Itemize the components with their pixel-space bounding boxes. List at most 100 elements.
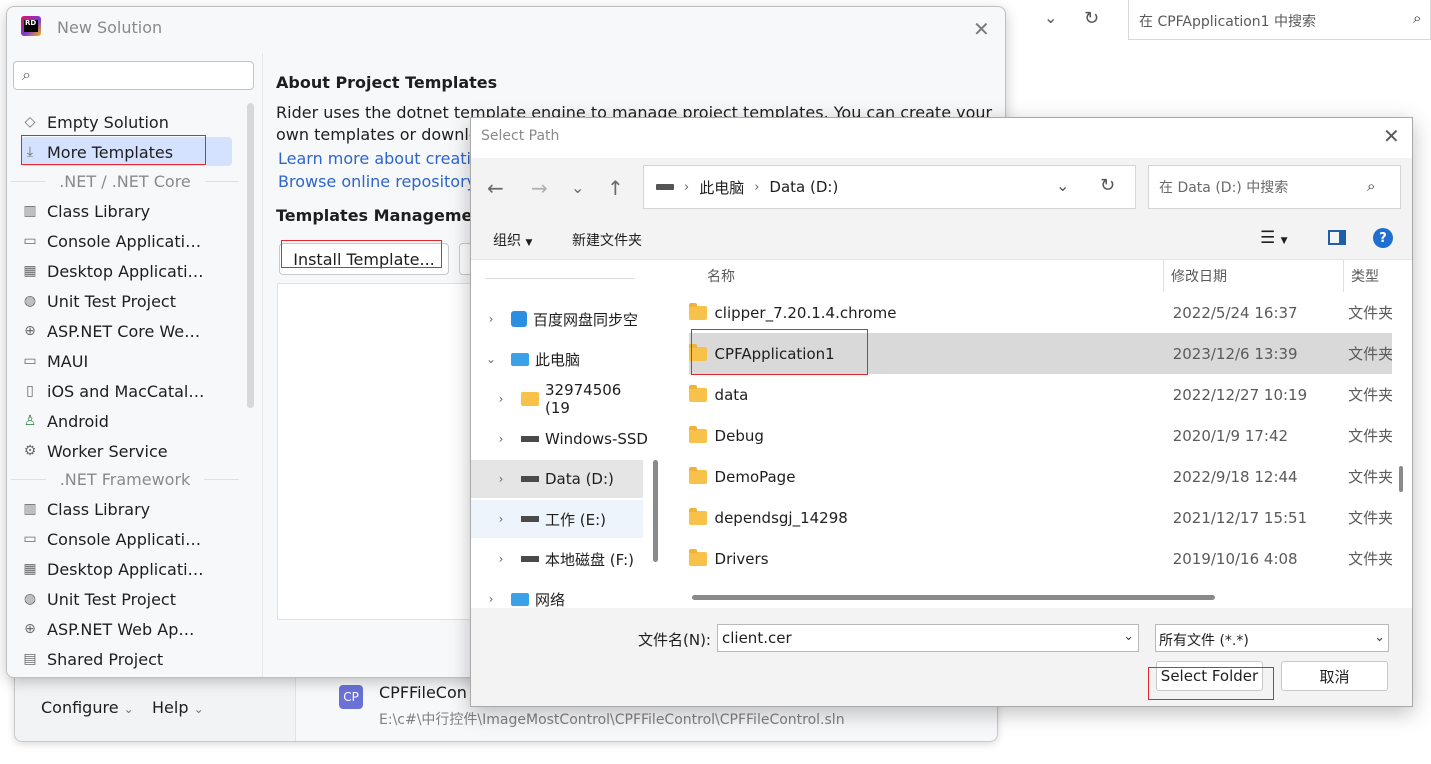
drive-icon	[521, 516, 539, 522]
close-icon[interactable]: ✕	[1383, 124, 1400, 148]
preview-pane-icon[interactable]	[1328, 230, 1346, 245]
highlight-box-select-folder	[1148, 667, 1274, 700]
folder-icon	[689, 302, 707, 320]
template-console-app[interactable]: ▭ Console Applicati…	[21, 524, 241, 554]
template-label: Class Library	[47, 499, 151, 519]
help-icon[interactable]: ?	[1373, 228, 1393, 248]
installed-templates-list	[277, 283, 477, 620]
template-android[interactable]: ♙ Android	[21, 406, 241, 436]
drive-icon	[656, 184, 674, 190]
chevron-right-icon[interactable]: ›	[471, 312, 511, 326]
refresh-icon[interactable]: ↻	[1084, 8, 1099, 29]
chevron-down-icon[interactable]: ⌄	[1044, 8, 1057, 27]
chevron-right-icon[interactable]: ›	[481, 552, 521, 566]
sidebar-scrollbar[interactable]	[247, 103, 254, 408]
up-arrow-icon[interactable]: ↑	[607, 176, 624, 200]
address-bar[interactable]: › 此电脑 › Data (D:) ⌄ ↻	[643, 165, 1136, 209]
file-name: Debug	[714, 426, 764, 445]
template-aspnet-web[interactable]: ⊕ ASP.NET Web Ap…	[21, 614, 241, 644]
organize-menu[interactable]: 组织 ▼	[493, 230, 532, 250]
file-name: data	[714, 385, 749, 404]
tree-item-local-disk[interactable]: › 本地磁盘 (F:)	[471, 540, 651, 578]
file-type: 文件夹	[1348, 345, 1392, 363]
template-aspnet-core[interactable]: ⊕ ASP.NET Core We…	[21, 316, 241, 346]
tree-divider	[485, 278, 635, 279]
background-search-placeholder: 在 CPFApplication1 中搜索	[1139, 14, 1317, 30]
template-class-library[interactable]: ▥ Class Library	[21, 196, 241, 226]
browse-repository-link[interactable]: Browse online repository	[278, 172, 476, 191]
chevron-right-icon[interactable]: ›	[481, 512, 521, 526]
chevron-right-icon[interactable]: ›	[481, 432, 521, 446]
template-ios[interactable]: ▯ iOS and MacCatal…	[21, 376, 241, 406]
chevron-right-icon[interactable]: ›	[481, 392, 521, 406]
template-console-app[interactable]: ▭ Console Applicati…	[21, 226, 241, 256]
highlight-box-cpfapplication1	[691, 329, 868, 375]
template-search-input[interactable]: ⌕	[13, 61, 254, 90]
recent-project-name[interactable]: CPFFileCon	[379, 683, 467, 702]
background-search-box[interactable]: 在 CPFApplication1 中搜索 ⌕	[1128, 0, 1431, 40]
chevron-down-icon[interactable]: ⌄	[471, 352, 511, 366]
back-arrow-icon[interactable]: ←	[487, 176, 504, 200]
recent-locations-chevron-icon[interactable]: ⌄	[571, 178, 584, 197]
filetype-select[interactable]: 所有文件 (*.*) ⌄	[1155, 624, 1389, 652]
filename-label: 文件名(N):	[638, 631, 711, 649]
folder-icon	[689, 507, 707, 525]
chevron-down-icon: ⌄	[193, 702, 204, 716]
template-unit-test[interactable]: ◍ Unit Test Project	[21, 584, 241, 614]
tree-item-this-pc[interactable]: ⌄ 此电脑	[471, 340, 651, 378]
template-class-library[interactable]: ▥ Class Library	[21, 494, 241, 524]
globe-icon: ⊕	[24, 323, 36, 339]
tree-item-baidu[interactable]: › 百度网盘同步空	[471, 300, 651, 338]
template-shared-project[interactable]: ▤ Shared Project	[21, 644, 241, 674]
cancel-button[interactable]: 取消	[1281, 661, 1388, 691]
tree-item-user-folder[interactable]: › 32974506 (19	[471, 380, 651, 418]
chevron-down-icon[interactable]: ⌄	[1056, 176, 1069, 195]
column-header-date[interactable]: 修改日期	[1171, 266, 1227, 286]
template-empty-solution[interactable]: ◇ Empty Solution	[21, 107, 241, 137]
template-maui[interactable]: ▭ MAUI	[21, 346, 241, 376]
template-unit-test[interactable]: ◍ Unit Test Project	[21, 286, 241, 316]
file-row[interactable]: Debug 2020/1/9 17:42 文件夹	[689, 415, 1392, 456]
help-menu[interactable]: Help ⌄	[152, 698, 204, 717]
android-icon: ♙	[23, 413, 37, 429]
console-icon: ▭	[23, 531, 37, 547]
file-row[interactable]: data 2022/12/27 10:19 文件夹	[689, 374, 1392, 415]
tree-item-windows-ssd[interactable]: › Windows-SSD	[471, 420, 651, 458]
templates-management-heading: Templates Managemen	[276, 206, 484, 225]
globe-icon: ⊕	[24, 621, 36, 637]
filename-value: client.cer	[722, 629, 792, 647]
close-icon[interactable]: ✕	[973, 17, 990, 41]
folder-icon	[689, 384, 707, 402]
file-row[interactable]: Drivers 2019/10/16 4:08 文件夹	[689, 538, 1392, 579]
learn-more-link[interactable]: Learn more about creatin	[278, 149, 481, 168]
breadcrumb-data-drive[interactable]: Data (D:)	[769, 178, 838, 196]
column-header-name[interactable]: 名称	[707, 266, 735, 286]
tree-item-work-drive[interactable]: › 工作 (E:)	[471, 500, 643, 538]
refresh-icon[interactable]: ↻	[1100, 175, 1115, 196]
chevron-down-icon[interactable]: ⌄	[1123, 629, 1134, 647]
file-row[interactable]: clipper_7.20.1.4.chrome 2022/5/24 16:37 文件…	[689, 292, 1392, 333]
window-icon: ▦	[23, 263, 37, 279]
file-row[interactable]: dependsgj_14298 2021/12/17 15:51 文件夹	[689, 497, 1392, 538]
vertical-scrollbar[interactable]	[1399, 466, 1403, 492]
folder-search-input[interactable]: 在 Data (D:) 中搜索 ⌕	[1148, 165, 1401, 209]
file-row[interactable]: DemoPage 2022/9/18 12:44 文件夹	[689, 456, 1392, 497]
horizontal-scrollbar[interactable]	[692, 595, 1215, 600]
test-icon: ◍	[23, 591, 37, 607]
breadcrumb-this-pc[interactable]: 此电脑	[699, 177, 744, 198]
forward-arrow-icon[interactable]: →	[531, 176, 548, 200]
tree-scrollbar[interactable]	[653, 460, 658, 562]
view-options-icon[interactable]: ☰ ▼	[1260, 228, 1288, 248]
configure-menu[interactable]: Configure ⌄	[41, 698, 134, 717]
template-desktop-app[interactable]: ▦ Desktop Applicati…	[21, 256, 241, 286]
template-desktop-app[interactable]: ▦ Desktop Applicati…	[21, 554, 241, 584]
new-folder-button[interactable]: 新建文件夹	[572, 230, 642, 250]
chevron-right-icon[interactable]: ›	[471, 592, 511, 606]
column-header-type[interactable]: 类型	[1351, 266, 1379, 286]
library-icon: ▥	[23, 203, 37, 219]
template-worker-service[interactable]: ⚙ Worker Service	[21, 436, 241, 466]
tree-item-data-drive[interactable]: › Data (D:)	[471, 460, 643, 498]
drive-icon	[521, 476, 539, 482]
chevron-right-icon[interactable]: ›	[481, 472, 521, 486]
filename-input[interactable]: client.cer ⌄	[717, 624, 1139, 652]
